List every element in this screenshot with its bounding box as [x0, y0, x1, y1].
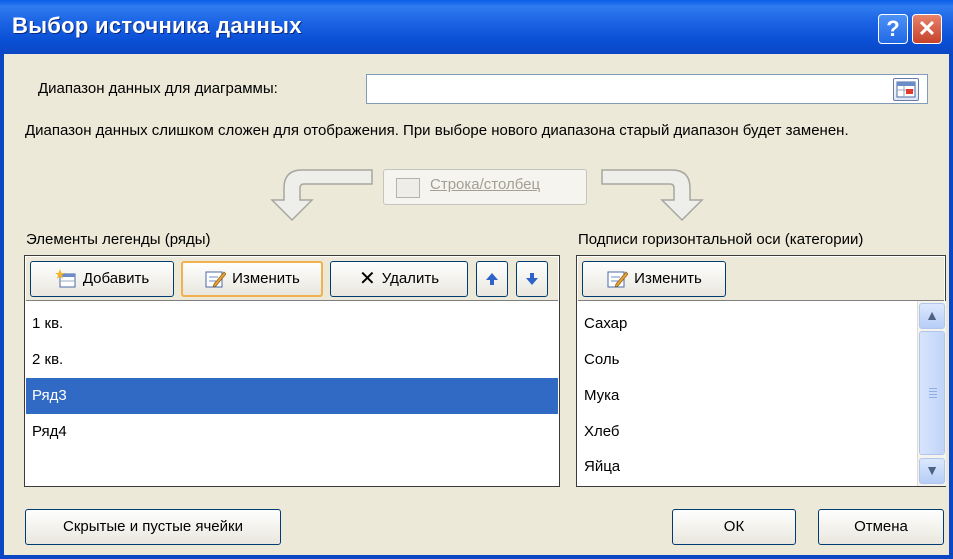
legend-entries-label: Элементы легенды (ряды): [26, 231, 211, 248]
switch-row-column-button[interactable]: Строка/столбец: [383, 169, 587, 205]
delete-icon: ✕: [358, 268, 376, 291]
right-curved-arrow-icon: [601, 169, 704, 222]
scroll-up-button[interactable]: ▲: [919, 303, 945, 329]
close-button[interactable]: ✕: [912, 14, 942, 44]
axis-labels-label: Подписи горизонтальной оси (категории): [578, 231, 864, 248]
chevron-down-icon: ▼: [925, 462, 939, 478]
edit-axis-labels-button[interactable]: Изменить: [582, 261, 726, 297]
list-item[interactable]: Яйца: [578, 450, 915, 484]
range-label: Диапазон данных для диаграммы:: [38, 80, 278, 97]
hidden-empty-cells-button[interactable]: Скрытые и пустые ячейки: [25, 509, 281, 545]
window-frame-right: [949, 54, 953, 559]
scroll-down-button[interactable]: ▼: [919, 458, 945, 484]
list-item[interactable]: 2 кв.: [26, 342, 558, 378]
complex-range-message: Диапазон данных слишком сложен для отобр…: [25, 122, 849, 139]
add-series-button[interactable]: Добавить: [30, 261, 174, 297]
dialog-title: Выбор источника данных: [12, 13, 302, 38]
list-item[interactable]: Ряд4: [26, 414, 558, 450]
arrow-up-icon: [486, 273, 498, 286]
delete-series-button[interactable]: ✕ Удалить: [330, 261, 468, 297]
grip-line: [929, 397, 937, 398]
axis-labels-panel: Изменить Сахар Соль Мука Хлеб Яйца: [576, 255, 946, 487]
window-frame-left: [0, 54, 4, 559]
help-button[interactable]: ?: [878, 14, 908, 44]
chevron-up-icon: ▲: [925, 307, 939, 323]
range-select-icon: [896, 81, 916, 98]
left-curved-arrow-icon: [270, 169, 373, 222]
list-item-selected[interactable]: Ряд3: [26, 378, 558, 414]
switch-row-column-icon: [396, 178, 420, 198]
title-bar: Выбор источника данных ? ✕: [0, 0, 953, 54]
collapse-dialog-button[interactable]: [893, 78, 919, 101]
list-item[interactable]: Хлеб: [578, 414, 915, 450]
grip-line: [929, 394, 937, 395]
ok-button[interactable]: ОК: [672, 509, 796, 545]
move-up-button[interactable]: [476, 261, 508, 297]
close-icon: ✕: [917, 16, 937, 41]
grip-line: [929, 391, 937, 392]
edit-icon: [607, 271, 629, 288]
cancel-button[interactable]: Отмена: [818, 509, 944, 545]
window-frame-bottom: [0, 555, 953, 559]
grip-line: [929, 388, 937, 389]
axis-toolbar: Изменить: [578, 257, 944, 301]
move-down-button[interactable]: [516, 261, 548, 297]
list-item[interactable]: 1 кв.: [26, 306, 558, 342]
arrow-down-icon: [526, 273, 538, 286]
axis-labels-scrollbar[interactable]: ▲ ▼: [917, 301, 946, 486]
legend-entries-panel: Добавить Изменить ✕ Удалить 1 кв. 2 кв. Р…: [24, 255, 560, 487]
edit-series-button[interactable]: Изменить: [181, 261, 323, 297]
add-series-icon: [54, 269, 76, 288]
list-item[interactable]: Мука: [578, 378, 915, 414]
scroll-thumb[interactable]: [919, 331, 945, 455]
edit-icon: [205, 271, 227, 288]
range-input[interactable]: [366, 74, 928, 104]
legend-toolbar: Добавить Изменить ✕ Удалить: [26, 257, 558, 301]
list-item[interactable]: Соль: [578, 342, 915, 378]
help-icon: ?: [886, 16, 900, 41]
list-item[interactable]: Сахар: [578, 306, 915, 342]
